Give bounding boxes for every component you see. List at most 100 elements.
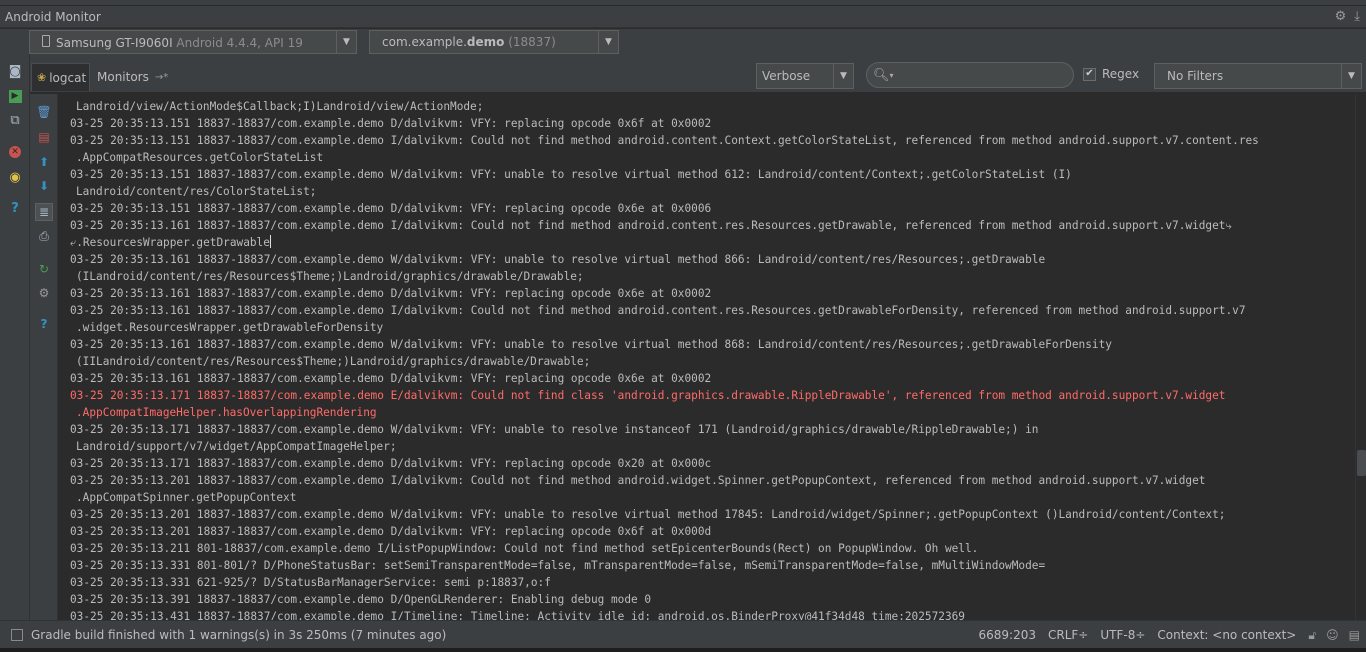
log-line-text: 03-25 20:35:13.201 18837-18837/com.examp… <box>70 525 712 538</box>
log-line-text: .AppCompatImageHelper.hasOverlappingRend… <box>76 406 377 419</box>
soft-wrap-icon[interactable]: ≣ <box>35 203 53 221</box>
log-line: 03-25 20:35:13.161 18837-18837/com.examp… <box>70 336 1112 353</box>
down-arrow-icon[interactable]: ⬇ <box>35 177 53 195</box>
device-detail: Android 4.4.4, API 19 <box>172 35 303 50</box>
log-line-text: 03-25 20:35:13.161 18837-18837/com.examp… <box>70 253 1046 266</box>
help-icon[interactable]: ? <box>6 199 24 217</box>
log-line: 03-25 20:35:13.171 18837-18837/com.examp… <box>70 455 711 472</box>
layout-inspector-icon[interactable]: ◉ <box>6 168 24 186</box>
help-icon[interactable]: ? <box>35 315 53 333</box>
log-line: 03-25 20:35:13.151 18837-18837/com.examp… <box>70 115 711 132</box>
log-line-text: 03-25 20:35:13.161 18837-18837/com.examp… <box>70 372 712 385</box>
chevron-down-icon: ▼ <box>336 31 356 53</box>
log-line-continuation: .AppCompatImageHelper.hasOverlappingRend… <box>76 404 377 421</box>
screen-record-icon[interactable]: ⧉ <box>6 111 24 129</box>
line-separator[interactable]: CRLF÷ <box>1048 628 1088 642</box>
log-line-text: Landroid/view/ActionMode$Callback;I)Land… <box>76 100 484 113</box>
window-bottom-edge <box>0 648 1366 652</box>
log-line-text: .AppCompatResources.getColorStateList <box>76 151 324 164</box>
lock-icon[interactable]: 🔓︎ <box>1308 628 1316 643</box>
log-line-text: 03-25 20:35:13.211 801-18837/com.example… <box>70 542 979 555</box>
print-icon[interactable]: ⎙ <box>35 227 53 245</box>
left-toolstrip: ◙ ▶ ⧉ ✕ ◉ ? <box>0 29 30 620</box>
regex-toggle[interactable]: ✔ Regex <box>1083 67 1139 81</box>
settings-gear-icon[interactable]: ⚙ <box>35 284 53 302</box>
log-line: 03-25 20:35:13.161 18837-18837/com.examp… <box>70 285 711 302</box>
device-dropdown[interactable]: Samsung GT-I9060I Android 4.4.4, API 19 … <box>29 30 357 54</box>
caret-position[interactable]: 6689:203 <box>978 628 1036 642</box>
log-line: 03-25 20:35:13.161 18837-18837/com.examp… <box>70 302 1246 319</box>
event-log-icon[interactable]: ▤ <box>1349 628 1360 642</box>
logcat-output[interactable]: Landroid/view/ActionMode$Callback;I)Land… <box>59 94 1355 620</box>
log-line: ⤶.ResourcesWrapper.getDrawable <box>70 234 271 251</box>
log-line: 03-25 20:35:13.171 18837-18837/com.examp… <box>70 421 1038 438</box>
log-line-text: (IILandroid/content/res/Resources$Theme;… <box>76 355 591 368</box>
tab-logcat-label: logcat <box>49 70 87 85</box>
status-message[interactable]: Gradle build finished with 1 warnings(s)… <box>31 628 446 642</box>
terminate-app-icon[interactable]: ✕ <box>6 143 24 161</box>
restart-icon[interactable]: ↻ <box>35 260 53 278</box>
search-history-chevron-icon[interactable]: ▾ <box>890 71 894 80</box>
log-line-text: Landroid/support/v7/widget/AppCompatImag… <box>76 440 397 453</box>
device-name: Samsung GT-I9060I <box>56 35 173 50</box>
log-line-text: 03-25 20:35:13.171 18837-18837/com.examp… <box>70 389 1226 402</box>
tab-logcat[interactable]: ❀ logcat <box>31 63 90 91</box>
process-pid: (18837) <box>504 35 556 49</box>
tool-windows-toggle-icon[interactable] <box>11 628 23 641</box>
logcat-scrollbar[interactable] <box>1355 94 1366 620</box>
log-line: 03-25 20:35:13.211 801-18837/com.example… <box>70 540 978 557</box>
up-arrow-icon[interactable]: ⬆ <box>35 153 53 171</box>
file-encoding[interactable]: UTF-8÷ <box>1100 628 1145 642</box>
log-line-continuation: Landroid/view/ActionMode$Callback;I)Land… <box>76 98 483 115</box>
tab-monitors-label: Monitors <box>97 70 149 84</box>
logcat-search-box[interactable]: 🔍︎ ▾ <box>866 62 1074 88</box>
filter-config-dropdown[interactable]: No Filters ▼ <box>1154 63 1362 89</box>
log-line-text: Landroid/content/res/ColorStateList; <box>76 185 317 198</box>
log-line-text: .AppCompatSpinner.getPopupContext <box>76 491 297 504</box>
log-line-text: 03-25 20:35:13.171 18837-18837/com.examp… <box>70 423 1039 436</box>
hide-panel-icon[interactable]: ⤓ <box>1354 9 1360 24</box>
inspector-icon[interactable]: ☺ <box>1326 628 1339 642</box>
log-line: 03-25 20:35:13.151 18837-18837/com.examp… <box>70 132 1259 149</box>
log-line-continuation: Landroid/support/v7/widget/AppCompatImag… <box>76 438 397 455</box>
log-line-continuation: (IILandroid/content/res/Resources$Theme;… <box>76 353 590 370</box>
search-input[interactable] <box>897 68 1058 82</box>
screenshot-camera-icon[interactable]: ◙ <box>6 62 24 80</box>
tool-window-header: Android Monitor ⚙ ⤓ <box>0 6 1366 28</box>
log-line: 03-25 20:35:13.151 18837-18837/com.examp… <box>70 166 1072 183</box>
regex-checkbox[interactable]: ✔ <box>1083 67 1096 81</box>
log-line-text: 03-25 20:35:13.151 18837-18837/com.examp… <box>70 202 712 215</box>
log-line: 03-25 20:35:13.331 801-801/? D/PhoneStat… <box>70 557 1045 574</box>
logcat-icon: ❀ <box>37 71 47 84</box>
log-line-text: 03-25 20:35:13.161 18837-18837/com.examp… <box>70 219 1232 232</box>
log-line: 03-25 20:35:13.161 18837-18837/com.examp… <box>70 370 711 387</box>
log-line-text: 03-25 20:35:13.431 18837-18837/com.examp… <box>70 610 965 620</box>
status-bar: Gradle build finished with 1 warnings(s)… <box>0 620 1366 648</box>
log-line-text: ⤶.ResourcesWrapper.getDrawable <box>70 236 270 249</box>
log-line-text: 03-25 20:35:13.151 18837-18837/com.examp… <box>70 117 712 130</box>
chevron-down-icon: ▼ <box>598 31 618 53</box>
phone-icon <box>42 34 50 47</box>
log-line-text: 03-25 20:35:13.201 18837-18837/com.examp… <box>70 474 1206 487</box>
scrollbar-thumb[interactable] <box>1357 450 1366 476</box>
chevron-down-icon: ▼ <box>1341 64 1361 88</box>
tab-monitors[interactable]: Monitors →* <box>92 63 173 91</box>
clear-logcat-icon[interactable]: 🗑︎ <box>35 103 53 121</box>
process-package-prefix: com.example. <box>382 35 467 49</box>
chevron-down-icon: ▼ <box>833 64 853 88</box>
filter-config-value: No Filters <box>1167 69 1224 83</box>
log-line-text: 03-25 20:35:13.331 621-925/? D/StatusBar… <box>70 576 551 589</box>
log-line-text: 03-25 20:35:13.161 18837-18837/com.examp… <box>70 338 1112 351</box>
logcat-toolbar: ❀ logcat Monitors →* Verbose ▼ 🔍︎ ▾ ✔ Regex… <box>30 59 1366 93</box>
log-level-dropdown[interactable]: Verbose ▼ <box>756 63 854 89</box>
context-indicator[interactable]: Context: <no context> <box>1157 628 1296 642</box>
process-dropdown[interactable]: com.example.demo (18837) ▼ <box>369 30 619 54</box>
log-line-text: 03-25 20:35:13.151 18837-18837/com.examp… <box>70 134 1259 147</box>
scroll-to-end-icon[interactable]: ▤ <box>35 128 53 146</box>
log-line-text: 03-25 20:35:13.161 18837-18837/com.examp… <box>70 304 1246 317</box>
log-line: 03-25 20:35:13.391 18837-18837/com.examp… <box>70 591 651 608</box>
gear-icon[interactable]: ⚙ <box>1335 9 1347 24</box>
log-line-text: 03-25 20:35:13.151 18837-18837/com.examp… <box>70 168 1072 181</box>
log-line-text: 03-25 20:35:13.391 18837-18837/com.examp… <box>70 593 652 606</box>
run-icon[interactable]: ▶ <box>6 87 24 105</box>
